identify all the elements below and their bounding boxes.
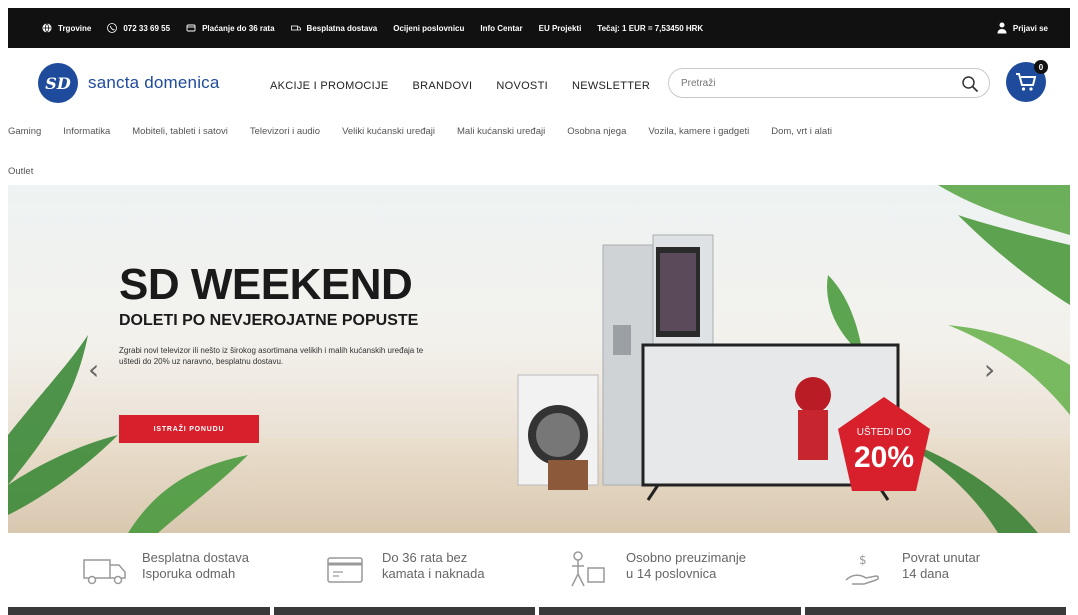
category-small-appliances[interactable]: Mali kućanski uređaji — [457, 126, 545, 137]
category-tv-audio[interactable]: Televizori i audio — [250, 126, 320, 137]
feature-installments: Do 36 rata bez kamata i naknada — [320, 550, 485, 590]
cart-icon — [1016, 73, 1037, 91]
hero-subtitle: DOLETI PO NEVJEROJATNE POPUSTE — [119, 312, 419, 329]
feature-free-delivery: Besplatna dostava Isporuka odmah — [80, 550, 249, 590]
discount-badge-line1: UŠTEDI DO — [856, 427, 912, 438]
feature-line2: 14 dana — [902, 566, 949, 581]
logo-mark: SD — [38, 63, 78, 103]
topbar-info-label: Info Centar — [480, 23, 523, 33]
category-outlet[interactable]: Outlet — [8, 166, 33, 177]
feature-line2: u 14 poslovnica — [626, 566, 717, 581]
logo-text: sancta domenica — [88, 73, 220, 92]
category-vehicles[interactable]: Vozila, kamere i gadgeti — [648, 126, 749, 137]
cart-button[interactable]: 0 — [1006, 60, 1048, 102]
nav-brands[interactable]: BRANDOVI — [412, 80, 472, 92]
search-bar — [668, 68, 990, 98]
category-banner[interactable] — [8, 607, 270, 615]
user-icon — [997, 22, 1007, 34]
search-icon[interactable] — [961, 75, 979, 93]
category-row: Gaming Informatika Mobiteli, tableti i s… — [8, 118, 1070, 144]
login-link[interactable]: Prijavi se — [997, 8, 1048, 48]
category-banner[interactable] — [804, 607, 1066, 615]
topbar-installments-label: Plaćanje do 36 rata — [202, 23, 275, 33]
topbar-rate-value: Tečaj: 1 EUR = 7,53450 HRK — [597, 23, 704, 33]
feature-line2: Isporuka odmah — [142, 566, 236, 581]
category-home-garden[interactable]: Dom, vrt i alati — [771, 126, 832, 137]
hero-banner[interactable]: SD WEEKEND DOLETI PO NEVJEROJATNE POPUST… — [8, 185, 1070, 533]
topbar-eu-label: EU Projekti — [538, 23, 582, 33]
discount-badge: UŠTEDI DO 20% — [834, 395, 934, 495]
topbar-item-info-center[interactable]: Info Centar — [480, 24, 522, 33]
topbar-item-exchange-rate: Tečaj: 1 EUR = 7,53450 HRK — [597, 24, 703, 33]
svg-text:$: $ — [859, 553, 867, 567]
category-nav: Gaming Informatika Mobiteli, tableti i s… — [8, 118, 1070, 177]
category-banner[interactable] — [273, 607, 535, 615]
topbar-rate-label: Ocijeni poslovnicu — [393, 23, 465, 33]
delivery-truck-icon — [83, 559, 126, 585]
card-icon — [186, 24, 196, 32]
category-large-appliances[interactable]: Veliki kućanski uređaji — [342, 126, 435, 137]
topbar-phone-label: 072 33 69 55 — [123, 23, 171, 33]
credit-card-icon — [327, 557, 363, 583]
feature-line1: Besplatna dostava — [142, 550, 249, 565]
category-banner[interactable] — [539, 607, 801, 615]
site-header: SD sancta domenica AKCIJE I PROMOCIJE BR… — [8, 48, 1070, 120]
nav-newsletter[interactable]: NEWSLETTER — [572, 80, 650, 92]
topbar-delivery-label: Besplatna dostava — [306, 23, 378, 33]
site-logo[interactable]: SD sancta domenica — [38, 63, 220, 103]
feature-line1: Osobno preuzimanje — [626, 550, 746, 565]
money-return-icon: $ — [845, 553, 879, 585]
explore-offer-button[interactable]: ISTRAŽI PONUDU — [119, 415, 259, 443]
discount-badge-line2: 20% — [853, 441, 915, 474]
login-label: Prijavi se — [1012, 23, 1048, 33]
topbar-item-stores[interactable]: Trgovine — [42, 23, 91, 33]
nav-news[interactable]: NOVOSTI — [496, 80, 548, 92]
topbar-item-rate-store[interactable]: Ocijeni poslovnicu — [393, 24, 464, 33]
carousel-next-arrow[interactable]: › — [984, 353, 995, 386]
hero-title: SD WEEKEND — [119, 260, 413, 309]
topbar-item-eu-projects[interactable]: EU Projekti — [539, 24, 582, 33]
feature-line1: Povrat unutar — [902, 550, 981, 565]
cart-count-badge: 0 — [1034, 60, 1048, 74]
category-informatika[interactable]: Informatika — [63, 126, 110, 137]
hero-description: Zgrabi novi televizor ili nešto iz širok… — [119, 346, 424, 366]
topbar-item-free-delivery[interactable]: Besplatna dostava — [290, 23, 378, 33]
truck-icon — [290, 25, 301, 31]
search-input[interactable] — [681, 77, 951, 89]
category-row: Outlet — [8, 158, 55, 184]
category-mobiles[interactable]: Mobiteli, tableti i satovi — [132, 126, 228, 137]
feature-pickup: Osobno preuzimanje u 14 poslovnica — [564, 550, 746, 590]
nav-promotions[interactable]: AKCIJE I PROMOCIJE — [270, 80, 388, 92]
feature-line2: kamata i naknada — [382, 566, 485, 581]
category-gaming[interactable]: Gaming — [8, 126, 41, 137]
topbar-item-phone[interactable]: 072 33 69 55 — [107, 23, 170, 33]
feature-line1: Do 36 rata bez — [382, 550, 468, 565]
globe-icon — [42, 23, 52, 33]
feature-return: $ Povrat unutar 14 dana — [840, 550, 980, 590]
category-personal-care[interactable]: Osobna njega — [567, 126, 626, 137]
category-banners-strip — [8, 607, 1070, 615]
pickup-person-icon — [571, 551, 605, 587]
features-strip: Besplatna dostava Isporuka odmah Do 36 ra… — [8, 540, 1070, 600]
topbar-item-installments[interactable]: Plaćanje do 36 rata — [186, 23, 275, 33]
main-nav: AKCIJE I PROMOCIJE BRANDOVI NOVOSTI NEWS… — [270, 80, 674, 92]
phone-icon — [107, 23, 118, 33]
top-utility-bar: Trgovine 072 33 69 55 Plaćanje do 36 rat… — [8, 8, 1070, 48]
topbar-stores-label: Trgovine — [58, 23, 92, 33]
carousel-prev-arrow[interactable]: ‹ — [88, 353, 99, 386]
